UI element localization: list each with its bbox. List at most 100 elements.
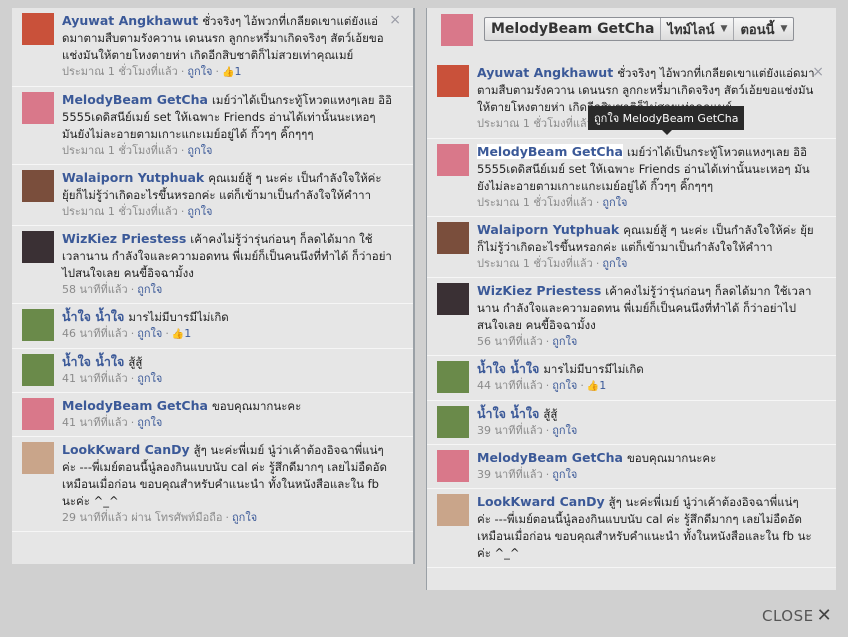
commenter-avatar[interactable] — [22, 442, 54, 474]
like-link[interactable]: ถูกใจ — [602, 257, 627, 270]
comment-text: สู้สู้ — [128, 355, 143, 369]
comment-time[interactable]: 29 นาทีที่แล้ว ผ่าน โทรศัพท์มือถือ — [62, 511, 223, 524]
commenter-avatar[interactable] — [22, 309, 54, 341]
like-link[interactable]: ถูกใจ — [552, 335, 577, 348]
comment-time[interactable]: 39 นาทีที่แล้ว — [477, 424, 543, 437]
comment-author[interactable]: MelodyBeam GetCha — [62, 92, 208, 107]
comment-time[interactable]: ประมาณ 1 ชั่วโมงที่แล้ว — [62, 205, 178, 218]
comment-author[interactable]: WizKiez Priestess — [62, 231, 186, 246]
commenter-avatar[interactable] — [22, 231, 54, 263]
like-link[interactable]: ถูกใจ — [187, 205, 212, 218]
like-link[interactable]: ถูกใจ — [187, 144, 212, 157]
comment-list-left: Ayuwat Angkhawut ชั่วจริงๆ ไอ้พวกที่เกลีย… — [12, 8, 413, 532]
comment-time[interactable]: ประมาณ 1 ชั่วโมงที่แล้ว — [477, 257, 593, 270]
comment-meta: 41 นาทีที่แล้ว · ถูกใจ — [62, 371, 393, 387]
comment-author[interactable]: LookKward CanDy — [62, 442, 190, 457]
commenter-avatar[interactable] — [22, 354, 54, 386]
commenter-avatar[interactable] — [437, 450, 469, 482]
commenter-avatar[interactable] — [22, 92, 54, 124]
comment-author[interactable]: WizKiez Priestess — [477, 283, 601, 298]
comment-author[interactable]: Ayuwat Angkhawut — [477, 65, 613, 80]
like-link[interactable]: ถูกใจ — [137, 327, 162, 340]
comment-author[interactable]: Ayuwat Angkhawut — [62, 13, 198, 28]
comment-meta: 39 นาทีที่แล้ว · ถูกใจ — [477, 423, 816, 439]
comment-body: Ayuwat Angkhawut ชั่วจริงๆ ไอ้พวกที่เกลีย… — [62, 13, 405, 81]
chevron-down-icon: ▼ — [780, 24, 788, 34]
comment-time[interactable]: 44 นาทีที่แล้ว — [477, 379, 543, 392]
like-link[interactable]: ถูกใจ — [602, 196, 627, 209]
comment-author[interactable]: น้ำใจ น้ำใจ — [477, 361, 539, 376]
comment-author[interactable]: LookKward CanDy — [477, 494, 605, 509]
commenter-avatar[interactable] — [22, 398, 54, 430]
commenter-avatar[interactable] — [437, 144, 469, 176]
comment-meta: ประมาณ 1 ชั่วโมงที่แล้ว · ถูกใจ — [62, 143, 393, 159]
profile-avatar[interactable] — [441, 14, 473, 46]
like-link[interactable]: ถูกใจ — [552, 424, 577, 437]
comment-body: น้ำใจ น้ำใจ มารไม่มีบารมีไม่เกิด 46 นาทีที… — [62, 309, 405, 343]
comment-item: LookKward CanDy สู้ๆ นะค่ะพี่เมย์ นู๋ว่าเ… — [427, 489, 836, 568]
comment-author[interactable]: MelodyBeam GetCha — [477, 144, 623, 159]
meta-separator: · — [580, 379, 584, 392]
comment-time[interactable]: 41 นาทีที่แล้ว — [62, 372, 128, 385]
comment-time[interactable]: 39 นาทีที่แล้ว — [477, 468, 543, 481]
remove-comment-icon[interactable]: × — [812, 65, 824, 79]
comment-list-right: Ayuwat Angkhawut ชั่วจริงๆ ไอ้พวกที่เกลีย… — [427, 60, 836, 568]
comment-time[interactable]: 46 นาทีที่แล้ว — [62, 327, 128, 340]
close-icon: ✕ — [816, 605, 833, 626]
profile-name-button[interactable]: MelodyBeam GetCha — [485, 18, 662, 40]
comment-time[interactable]: ประมาณ 1 ชั่วโมงที่แล้ว — [477, 196, 593, 209]
comment-item: น้ำใจ น้ำใจ สู้สู้ 41 นาทีที่แล้ว · ถูกใจ — [12, 349, 413, 393]
now-dropdown[interactable]: ตอนนี้ ▼ — [734, 18, 793, 40]
comment-time[interactable]: ประมาณ 1 ชั่วโมงที่แล้ว — [62, 65, 178, 78]
comment-meta: 44 นาทีที่แล้ว · ถูกใจ · 👍1 — [477, 378, 816, 395]
commenter-avatar[interactable] — [437, 494, 469, 526]
comment-body: น้ำใจ น้ำใจ สู้สู้ 41 นาทีที่แล้ว · ถูกใจ — [62, 354, 405, 387]
comment-meta: ประมาณ 1 ชั่วโมงที่แล้ว · ถูกใจ — [62, 204, 393, 220]
meta-separator: · — [130, 372, 135, 385]
like-link[interactable]: ถูกใจ — [187, 65, 212, 78]
comment-author[interactable]: MelodyBeam GetCha — [62, 398, 208, 413]
like-count[interactable]: 1 — [234, 65, 241, 78]
comment-author[interactable]: น้ำใจ น้ำใจ — [62, 309, 124, 324]
like-link[interactable]: ถูกใจ — [137, 416, 162, 429]
meta-separator: · — [130, 283, 135, 296]
meta-separator: · — [225, 511, 230, 524]
comment-item: น้ำใจ น้ำใจ มารไม่มีบารมีไม่เกิด 44 นาทีที… — [427, 356, 836, 401]
timeline-dropdown[interactable]: ไทม์ไลน์ ▼ — [661, 18, 735, 40]
comment-item: Ayuwat Angkhawut ชั่วจริงๆ ไอ้พวกที่เกลีย… — [12, 8, 413, 87]
commenter-avatar[interactable] — [437, 361, 469, 393]
comment-time[interactable]: ประมาณ 1 ชั่วโมงที่แล้ว — [62, 144, 178, 157]
like-link[interactable]: ถูกใจ — [137, 283, 162, 296]
comment-time[interactable]: 56 นาทีที่แล้ว — [477, 335, 543, 348]
comment-author[interactable]: น้ำใจ น้ำใจ — [477, 406, 539, 421]
commenter-avatar[interactable] — [437, 406, 469, 438]
commenter-avatar[interactable] — [22, 170, 54, 202]
commenter-avatar[interactable] — [437, 65, 469, 97]
meta-separator: · — [165, 327, 169, 340]
comment-time[interactable]: 58 นาทีที่แล้ว — [62, 283, 128, 296]
like-link[interactable]: ถูกใจ — [552, 379, 577, 392]
commenter-avatar[interactable] — [437, 222, 469, 254]
comment-author[interactable]: MelodyBeam GetCha — [477, 450, 623, 465]
comment-body: MelodyBeam GetCha ขอบคุณมากนะคะ 41 นาทีที่… — [62, 398, 405, 431]
like-link[interactable]: ถูกใจ — [552, 468, 577, 481]
chevron-down-icon: ▼ — [720, 24, 728, 34]
meta-separator: · — [545, 424, 550, 437]
like-link[interactable]: ถูกใจ — [137, 372, 162, 385]
commenter-avatar[interactable] — [22, 13, 54, 45]
like-count[interactable]: 1 — [599, 379, 606, 392]
comment-author[interactable]: Walaiporn Yutphuak — [62, 170, 204, 185]
meta-separator: · — [130, 416, 135, 429]
comment-author[interactable]: Walaiporn Yutphuak — [477, 222, 619, 237]
commenter-avatar[interactable] — [437, 283, 469, 315]
comment-author[interactable]: น้ำใจ น้ำใจ — [62, 354, 124, 369]
comment-time[interactable]: 41 นาทีที่แล้ว — [62, 416, 128, 429]
comment-time[interactable]: ประมาณ 1 ชั่วโมงที่แล้ว — [477, 117, 593, 130]
comment-body: MelodyBeam GetCha เมย์ว่าได้เป็นกระทู้โหว… — [62, 92, 405, 159]
comment-body: MelodyBeam GetCha เมย์ว่าได้เป็นกระทู้โหว… — [477, 144, 828, 211]
close-button[interactable]: CLOSE ✕ — [762, 605, 832, 626]
like-count[interactable]: 1 — [184, 327, 191, 340]
comment-meta: ประมาณ 1 ชั่วโมงที่แล้ว·ถูกใจ·👍1 — [62, 64, 393, 81]
remove-comment-icon[interactable]: × — [389, 13, 401, 27]
like-link[interactable]: ถูกใจ — [232, 511, 257, 524]
